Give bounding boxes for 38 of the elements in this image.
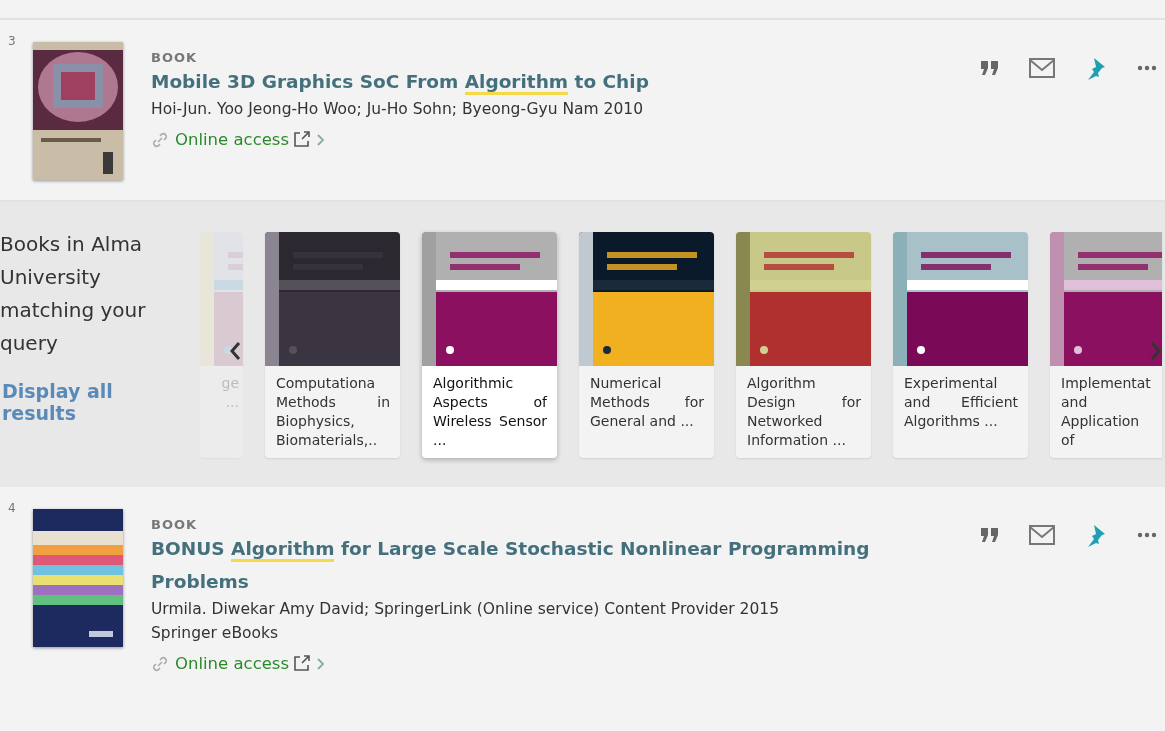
next-button[interactable] xyxy=(1149,340,1163,362)
book-card[interactable]: Implementat and Application of xyxy=(1050,232,1162,458)
book-title: Implementat and Application of xyxy=(1060,374,1152,450)
book-title: Numerical Methods for General and ... xyxy=(589,374,705,431)
more-button[interactable] xyxy=(1137,532,1157,538)
result-title[interactable]: BONUS Algorithm for Large Scale Stochastic Nonlinear Programming Problems xyxy=(151,532,911,598)
email-button[interactable] xyxy=(1029,525,1055,545)
book-card[interactable]: Numerical Methods for General and ... xyxy=(579,232,714,458)
link-icon xyxy=(151,654,169,673)
online-access-link[interactable]: Online access xyxy=(175,130,311,149)
result-detail: Urmila. Diwekar Amy David; SpringerLink (Online service) Content Provider 2015 xyxy=(151,600,780,618)
pin-button[interactable] xyxy=(1085,523,1107,547)
resource-type: BOOK xyxy=(151,517,199,532)
result-title[interactable]: Mobile 3D Graphics SoC From Algorithm to Chip xyxy=(151,65,911,98)
resource-type: BOOK xyxy=(151,50,199,65)
book-title: Algorithmic Aspects of Wireless Sensor ... xyxy=(432,374,549,450)
book-card[interactable]: Computationa Methods in Biophysics, Biomaterials,.. xyxy=(265,232,400,458)
external-link-icon xyxy=(293,131,311,148)
link-icon xyxy=(151,130,169,149)
pin-button[interactable] xyxy=(1085,56,1107,80)
result-number: 4 xyxy=(7,501,17,517)
online-access-link[interactable]: Online access xyxy=(175,654,311,673)
cite-button[interactable] xyxy=(981,528,999,542)
previous-button[interactable] xyxy=(228,340,242,362)
book-title: Computationa Methods in Biophysics, Biomaterials,.. xyxy=(275,374,391,450)
cite-button[interactable] xyxy=(981,61,999,75)
book-title: Algorithm Design for Networked Information ... xyxy=(746,374,862,450)
book-card[interactable]: Algorithmic Aspects of Wireless Sensor ... xyxy=(422,232,557,458)
more-button[interactable] xyxy=(1137,65,1157,71)
book-card[interactable]: Experimental and Efficient Algorithms ... xyxy=(893,232,1028,458)
email-button[interactable] xyxy=(1029,58,1055,78)
book-card[interactable]: Algorithm Design for Networked Information ... xyxy=(736,232,871,458)
result-detail: Hoi-Jun. Yoo Jeong-Ho Woo; Ju-Ho Sohn; Byeong-Gyu Nam 2010 xyxy=(151,100,645,118)
external-link-icon xyxy=(293,655,311,672)
carousel-heading: Books in Alma University matching your query xyxy=(0,231,147,357)
result-number: 3 xyxy=(7,34,17,50)
result-detail: Springer eBooks xyxy=(151,624,280,642)
book-title: Experimental and Efficient Algorithms ... xyxy=(903,374,1019,431)
